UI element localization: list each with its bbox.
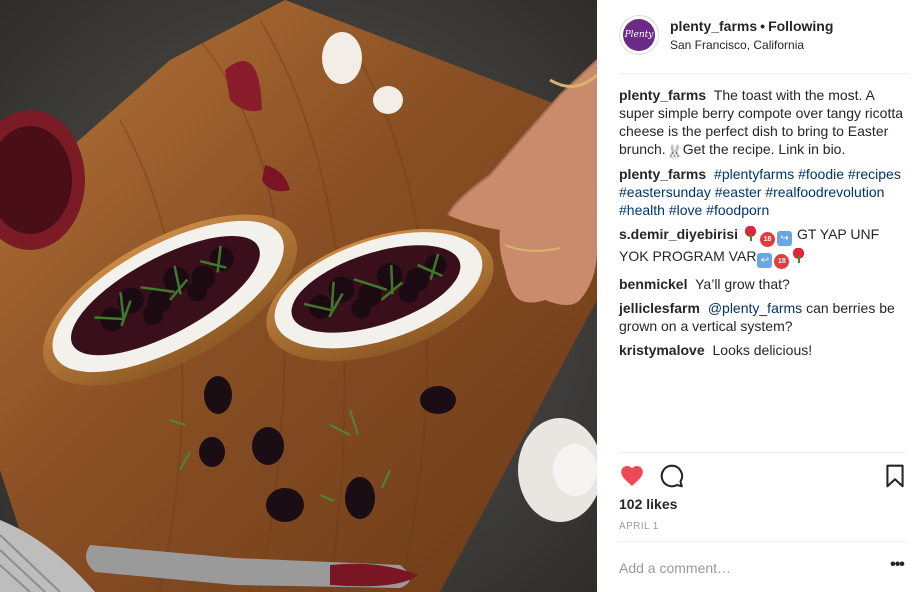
comment-username[interactable]: kristymalove [619,342,705,358]
comment-item: benmickel Ya’ll grow that? [619,275,911,293]
more-options-button[interactable]: ••• [887,557,907,578]
rose-emoji-icon [791,248,807,263]
location-link[interactable]: San Francisco, California [670,38,804,52]
caption-text-2: Get the recipe. Link in bio. [682,141,846,157]
add-comment-input[interactable] [619,557,869,579]
comment-item: kristymalove Looks delicious! [619,341,911,359]
like-count[interactable]: 102 likes [619,496,677,512]
header-separator: • [760,18,766,34]
comment-button[interactable] [659,463,685,489]
arrow-emoji-icon: ↪ [777,231,793,246]
post-date[interactable]: APRIL 1 [619,521,659,532]
heart-icon [621,466,643,486]
avatar[interactable]: Plenty [619,15,659,55]
bunny-emoji-icon: 🐰 [666,144,683,159]
comment-text: Looks delicious! [712,342,813,358]
following-button[interactable]: Following [768,18,833,34]
toast-food-image [0,0,597,592]
no-under-18-emoji-icon: 18 [760,232,776,247]
bookmark-icon [886,464,904,488]
save-button[interactable] [882,463,908,489]
divider [619,452,908,453]
comment-item: plenty_farms #plentyfarms #foodie #recip… [619,165,911,219]
comment-username[interactable]: plenty_farms [619,87,706,103]
no-under-18-emoji-icon: 18 [774,254,790,269]
avatar-logo: Plenty [623,19,655,51]
divider [619,73,908,74]
rose-emoji-icon [743,226,759,241]
post-header: Plenty plenty_farms • Following San Franci… [597,0,924,73]
comment-list: plenty_farms The toast with the most. A … [619,86,911,365]
comment-item: s.demir_diyebirisi 18 ↪ GT YAP UNF YOK PRO… [619,225,911,269]
mention-link[interactable]: @plenty_farms [708,300,802,316]
comment-item: jelliclesfarm @plenty_farms can berries … [619,299,911,335]
comment-username[interactable]: jelliclesfarm [619,300,700,316]
comment-item: plenty_farms The toast with the most. A … [619,86,911,159]
action-bar [619,463,908,489]
like-button[interactable] [619,463,645,489]
arrow-emoji-icon: ↩ [757,253,773,268]
header-user-line: plenty_farms • Following [670,18,833,34]
comment-text: Ya’ll grow that? [695,276,790,292]
comment-username[interactable]: benmickel [619,276,687,292]
comment-username[interactable]: s.demir_diyebirisi [619,226,738,242]
avatar-logo-text: Plenty [624,30,654,40]
post-side-panel: Plenty plenty_farms • Following San Franci… [597,0,924,592]
divider [619,541,908,542]
speech-bubble-icon [660,464,684,488]
comment-username[interactable]: plenty_farms [619,166,706,182]
header-username[interactable]: plenty_farms [670,18,757,34]
post-photo[interactable] [0,0,597,592]
